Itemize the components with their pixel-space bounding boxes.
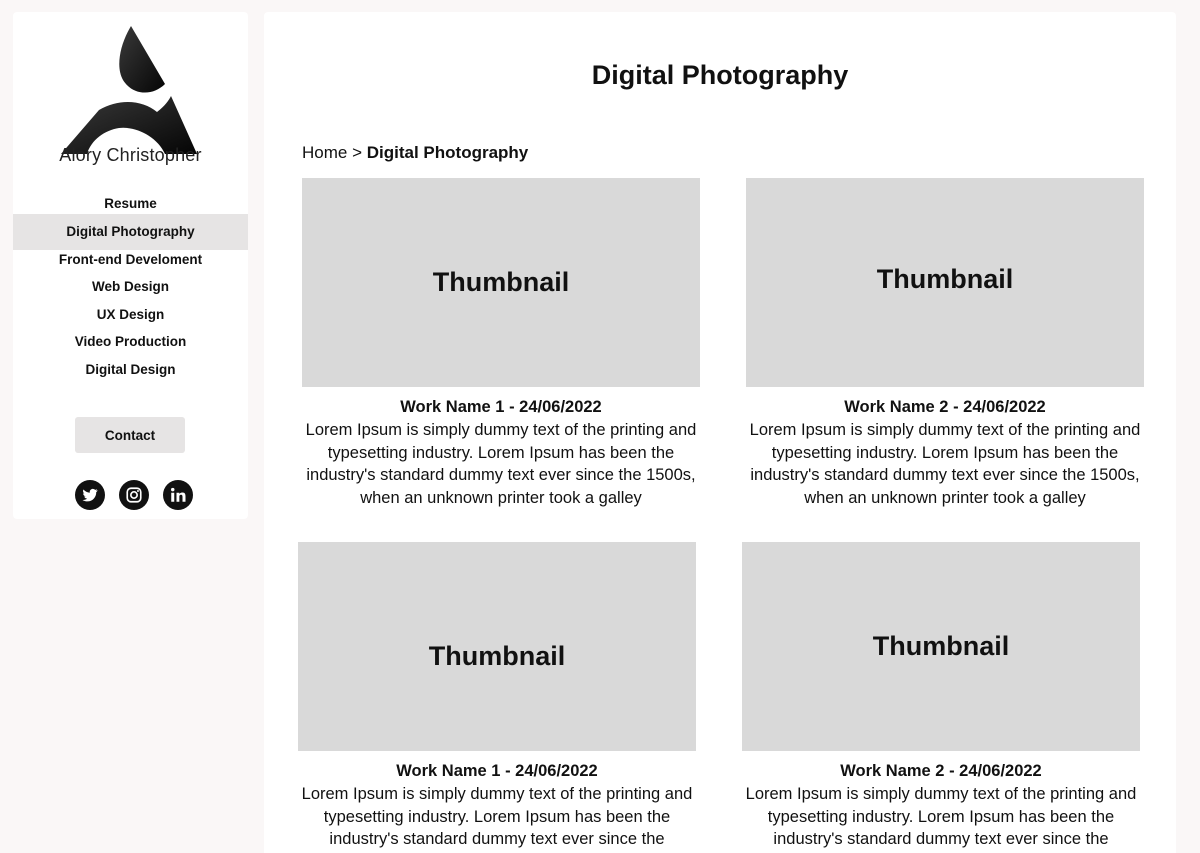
sidebar-nav: Resume Digital Photography Front-end Dev… [13,190,248,383]
thumbnail-image[interactable]: Thumbnail [746,178,1144,387]
work-description: Lorem Ipsum is simply dummy text of the … [749,421,1141,507]
work-description: Lorem Ipsum is simply dummy text of the … [305,421,697,507]
thumbnail-image[interactable]: Thumbnail [302,178,700,387]
breadcrumb-current: Digital Photography [366,143,529,162]
work-card[interactable]: Thumbnail Work Name 2 - 24/06/2022 Lorem… [746,178,1144,509]
contact-button[interactable]: Contact [75,417,185,453]
work-title[interactable]: Work Name 2 - 24/06/2022 [742,762,1140,781]
twitter-icon[interactable] [75,480,105,510]
breadcrumb: Home > Digital Photography [302,143,528,163]
brand-name: Alory Christopher [59,145,202,165]
nav-item-digital-photography[interactable]: Digital Photography [13,213,248,250]
linkedin-icon[interactable] [163,480,193,510]
main-content: Digital Photography Home > Digital Photo… [264,12,1176,853]
work-title[interactable]: Work Name 1 - 24/06/2022 [302,398,700,417]
breadcrumb-home-link[interactable]: Home [302,143,347,162]
work-description: Lorem Ipsum is simply dummy text of the … [745,785,1137,848]
nav-item-video-production[interactable]: Video Production [13,328,248,356]
work-description: Lorem Ipsum is simply dummy text of the … [301,785,693,848]
work-card[interactable]: Thumbnail Work Name 1 - 24/06/2022 Lorem… [302,178,700,509]
nav-item-ux-design[interactable]: UX Design [13,301,248,329]
logo-icon[interactable] [61,24,199,156]
nav-item-front-end-development[interactable]: Front-end Develoment [13,246,248,274]
nav-item-web-design[interactable]: Web Design [13,273,248,301]
thumbnail-image[interactable]: Thumbnail [298,542,696,751]
work-card[interactable]: Thumbnail Work Name 2 - 24/06/2022 Lorem… [742,542,1140,851]
thumbnail-image[interactable]: Thumbnail [742,542,1140,751]
work-card[interactable]: Thumbnail Work Name 1 - 24/06/2022 Lorem… [298,542,696,851]
sidebar: Alory Christopher Resume Digital Photogr… [13,12,248,519]
work-title[interactable]: Work Name 1 - 24/06/2022 [298,762,696,781]
page-title: Digital Photography [591,60,849,90]
instagram-icon[interactable] [119,480,149,510]
work-title[interactable]: Work Name 2 - 24/06/2022 [746,398,1144,417]
social-links [75,480,193,512]
breadcrumb-separator: > [352,143,363,162]
nav-item-digital-design[interactable]: Digital Design [13,356,248,384]
